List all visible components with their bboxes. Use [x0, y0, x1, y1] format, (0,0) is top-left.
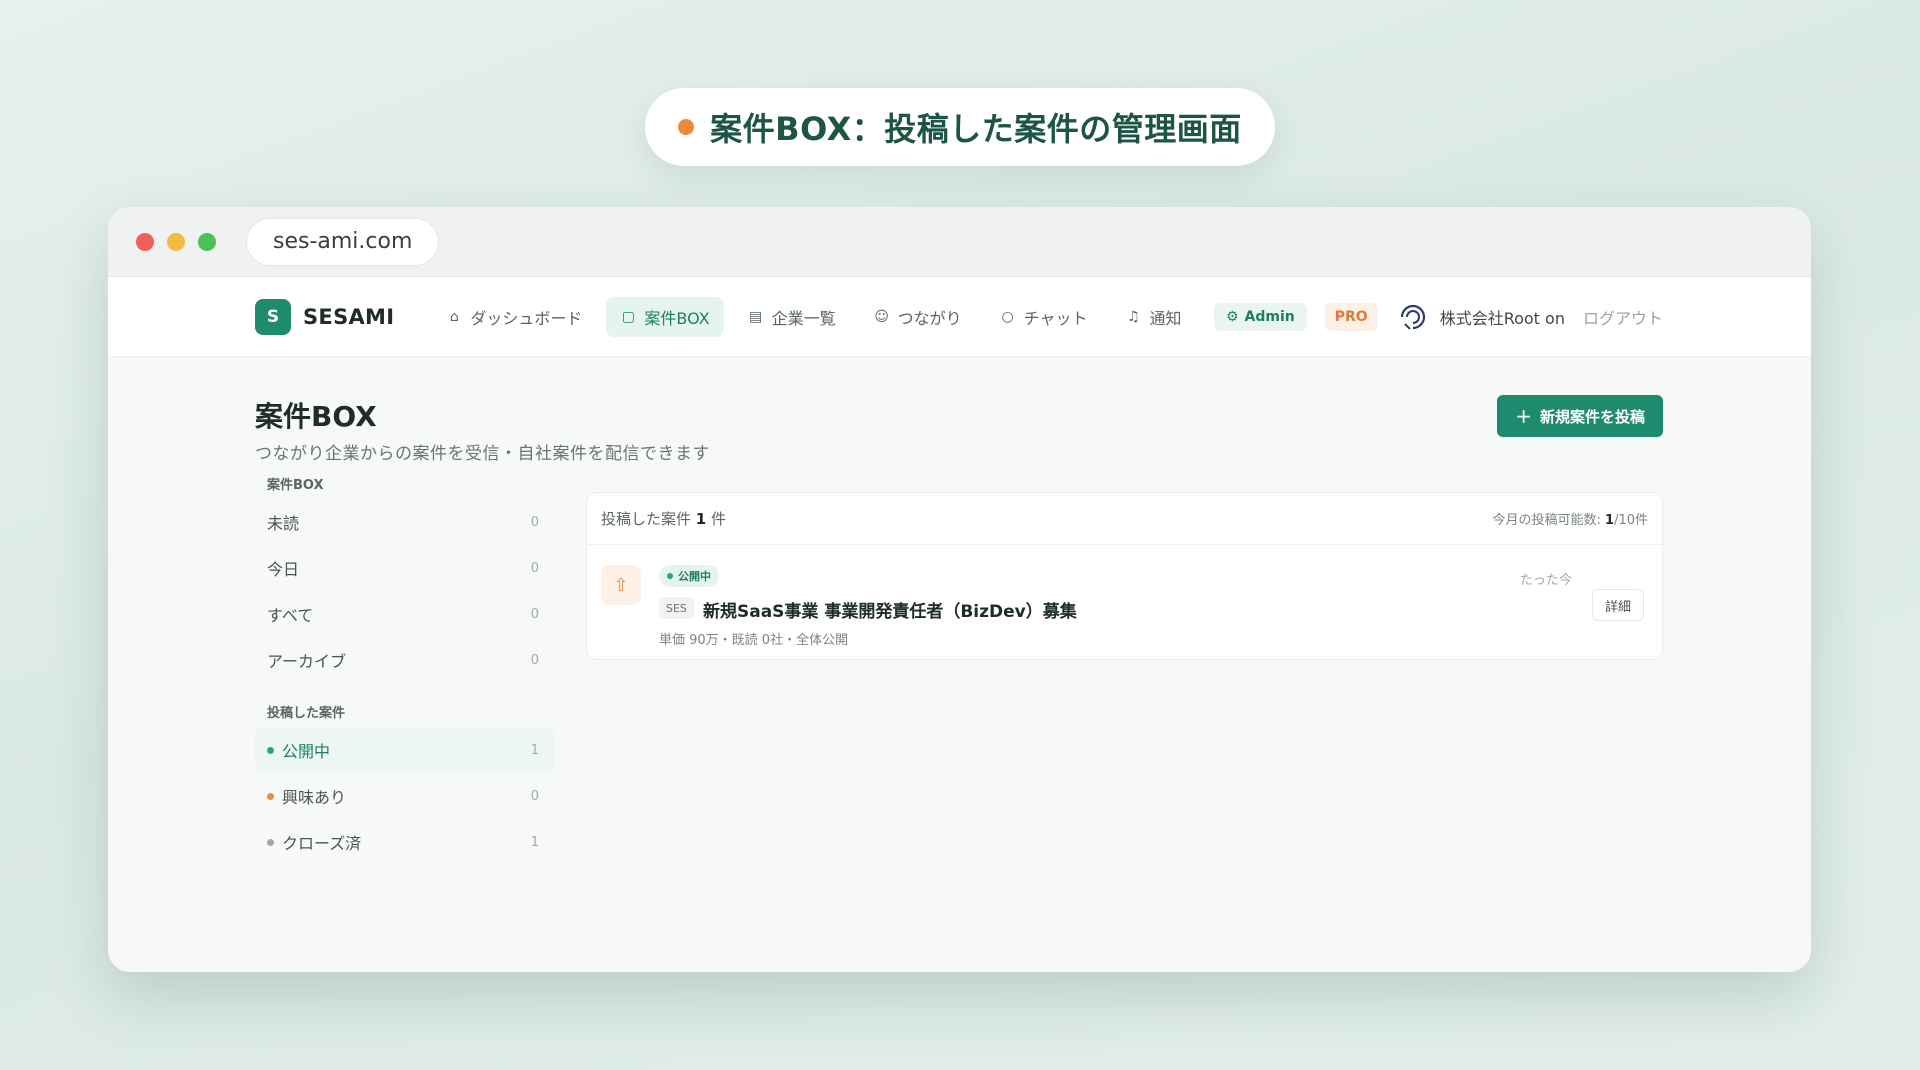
- logout-link[interactable]: ログアウト: [1583, 305, 1663, 329]
- sidebar: 案件BOX 未読 0 今日 0 すべて 0 アーカイブ 0 投稿した案件 公開中…: [255, 467, 555, 865]
- sidebar-item-all[interactable]: すべて 0: [255, 591, 555, 637]
- sidebar-heading-posted: 投稿した案件: [267, 705, 346, 721]
- nav-item-label: 案件BOX: [644, 308, 710, 328]
- new-post-label: 新規案件を投稿: [1539, 407, 1645, 426]
- post-timestamp: たった今: [1519, 573, 1572, 588]
- maximize-window-button[interactable]: [198, 232, 216, 251]
- status-dot-icon: [267, 838, 274, 846]
- sidebar-item-label: 未読: [267, 514, 300, 533]
- main-content: 案件BOX つながり企業からの案件を受信・自社案件を配信できます + 新規案件を…: [108, 357, 1811, 972]
- status-dot-icon: [667, 573, 673, 579]
- sidebar-item-count: 1: [530, 742, 539, 758]
- box-icon: ▢: [621, 308, 635, 325]
- browser-chrome: ses-ami.com: [108, 207, 1811, 277]
- building-icon: ▤: [748, 308, 763, 325]
- admin-label: Admin: [1244, 308, 1295, 325]
- sidebar-item-label: クローズ済: [282, 834, 362, 853]
- nav-right: ⚙ Admin PRO 株式会社Root on ログアウト: [1213, 300, 1663, 334]
- sidebar-item-closed[interactable]: クローズ済 1: [255, 819, 555, 865]
- detail-button[interactable]: 詳細: [1591, 589, 1644, 621]
- quota-label: 今月の投稿可能数:: [1492, 513, 1601, 528]
- sidebar-item-interested[interactable]: 興味あり 0: [255, 773, 555, 819]
- type-tag: SES: [659, 597, 694, 619]
- sidebar-item-label: 公開中: [282, 742, 331, 761]
- sidebar-item-unread[interactable]: 未読 0: [255, 499, 555, 545]
- post-quota: 今月の投稿可能数: 1/10件: [1492, 509, 1648, 528]
- status-badge: 公開中: [659, 565, 719, 587]
- sidebar-item-label: 興味あり: [282, 788, 347, 807]
- logo-text: SESAMI: [303, 304, 395, 329]
- posted-projects-panel: 投稿した案件 1 件 今月の投稿可能数: 1/10件 ⇧ 公開中 SES 新規S…: [586, 492, 1663, 660]
- sidebar-item-today[interactable]: 今日 0: [255, 545, 555, 591]
- sidebar-item-label: 今日: [267, 560, 300, 579]
- caption-pill: 案件BOX：投稿した案件の管理画面: [645, 88, 1275, 166]
- posted-count-value: 1: [695, 510, 707, 528]
- gear-icon: ⚙: [1225, 308, 1239, 325]
- sidebar-item-count: 1: [530, 834, 539, 850]
- logo[interactable]: S SESAMI: [255, 298, 395, 335]
- status-label: 公開中: [678, 570, 711, 583]
- nav-item-anken-box[interactable]: ▢ 案件BOX: [606, 296, 724, 337]
- sidebar-item-archive[interactable]: アーカイブ 0: [255, 637, 555, 683]
- sidebar-item-count: 0: [530, 652, 539, 668]
- quota-total: /10件: [1614, 513, 1648, 528]
- pro-badge: PRO: [1324, 302, 1378, 331]
- page-title: 案件BOX: [255, 400, 377, 433]
- app-navbar: S SESAMI ⌂ ダッシュボード ▢ 案件BOX ▤ 企業一覧 ☺ つながり…: [108, 277, 1811, 357]
- chat-icon: ○: [1001, 308, 1014, 325]
- post-title[interactable]: 新規SaaS事業 事業開発責任者（BizDev）募集: [703, 597, 1077, 622]
- sidebar-item-count: 0: [530, 560, 539, 576]
- nav-item-label: 通知: [1149, 308, 1182, 328]
- sidebar-item-published[interactable]: 公開中 1: [255, 727, 555, 773]
- sidebar-item-count: 0: [530, 606, 539, 622]
- sidebar-item-count: 0: [530, 788, 539, 804]
- minimize-window-button[interactable]: [167, 232, 185, 251]
- nav-menu: ⌂ ダッシュボード ▢ 案件BOX ▤ 企業一覧 ☺ つながり ○ チャット ♫…: [432, 296, 1195, 337]
- sidebar-item-label: すべて: [267, 606, 314, 625]
- nav-item-label: ダッシュボード: [470, 308, 583, 328]
- bell-icon: ♫: [1127, 308, 1140, 325]
- admin-badge[interactable]: ⚙ Admin: [1213, 302, 1307, 331]
- nav-item-dashboard[interactable]: ⌂ ダッシュボード: [432, 297, 596, 337]
- status-dot-icon: [267, 792, 274, 800]
- posted-count-prefix: 投稿した案件: [601, 510, 692, 528]
- company-logo-icon: [1400, 304, 1425, 330]
- sidebar-heading-inbox: 案件BOX: [267, 477, 324, 493]
- people-icon: ☺: [874, 308, 889, 325]
- nav-item-label: チャット: [1023, 308, 1088, 328]
- nav-item-label: つながり: [897, 308, 962, 328]
- nav-item-notifications[interactable]: ♫ 通知: [1111, 297, 1195, 337]
- company-account[interactable]: 株式会社Root on: [1396, 300, 1565, 334]
- page-subtitle: つながり企業からの案件を受信・自社案件を配信できます: [255, 444, 710, 464]
- posted-count-suffix: 件: [711, 510, 727, 528]
- company-name: 株式会社Root on: [1439, 308, 1565, 328]
- close-window-button[interactable]: [136, 232, 154, 251]
- plus-icon: +: [1515, 404, 1532, 428]
- address-bar[interactable]: ses-ami.com: [246, 217, 440, 266]
- posted-count: 投稿した案件 1 件: [601, 508, 726, 529]
- nav-item-chat[interactable]: ○ チャット: [986, 297, 1102, 337]
- logo-mark: S: [255, 298, 291, 335]
- upload-icon: ⇧: [601, 565, 641, 605]
- post-row[interactable]: ⇧ 公開中 SES 新規SaaS事業 事業開発責任者（BizDev）募集 単価 …: [587, 545, 1662, 660]
- home-icon: ⌂: [449, 308, 459, 325]
- window-controls: [136, 232, 216, 251]
- sidebar-item-label: アーカイブ: [267, 652, 347, 671]
- quota-value: 1: [1605, 513, 1615, 528]
- browser-window: ses-ami.com S SESAMI ⌂ ダッシュボード ▢ 案件BOX ▤…: [108, 207, 1811, 972]
- caption-dot: [678, 119, 695, 135]
- panel-header: 投稿した案件 1 件 今月の投稿可能数: 1/10件: [587, 493, 1662, 545]
- caption-text: 案件BOX：投稿した案件の管理画面: [710, 110, 1242, 148]
- nav-item-connections[interactable]: ☺ つながり: [860, 297, 976, 337]
- post-meta: 単価 90万・既読 0社・全体公開: [659, 633, 849, 648]
- nav-item-companies[interactable]: ▤ 企業一覧: [734, 297, 850, 337]
- status-dot-icon: [267, 746, 274, 754]
- sidebar-item-count: 0: [530, 514, 539, 530]
- nav-item-label: 企業一覧: [771, 308, 836, 328]
- new-post-button[interactable]: + 新規案件を投稿: [1497, 395, 1663, 437]
